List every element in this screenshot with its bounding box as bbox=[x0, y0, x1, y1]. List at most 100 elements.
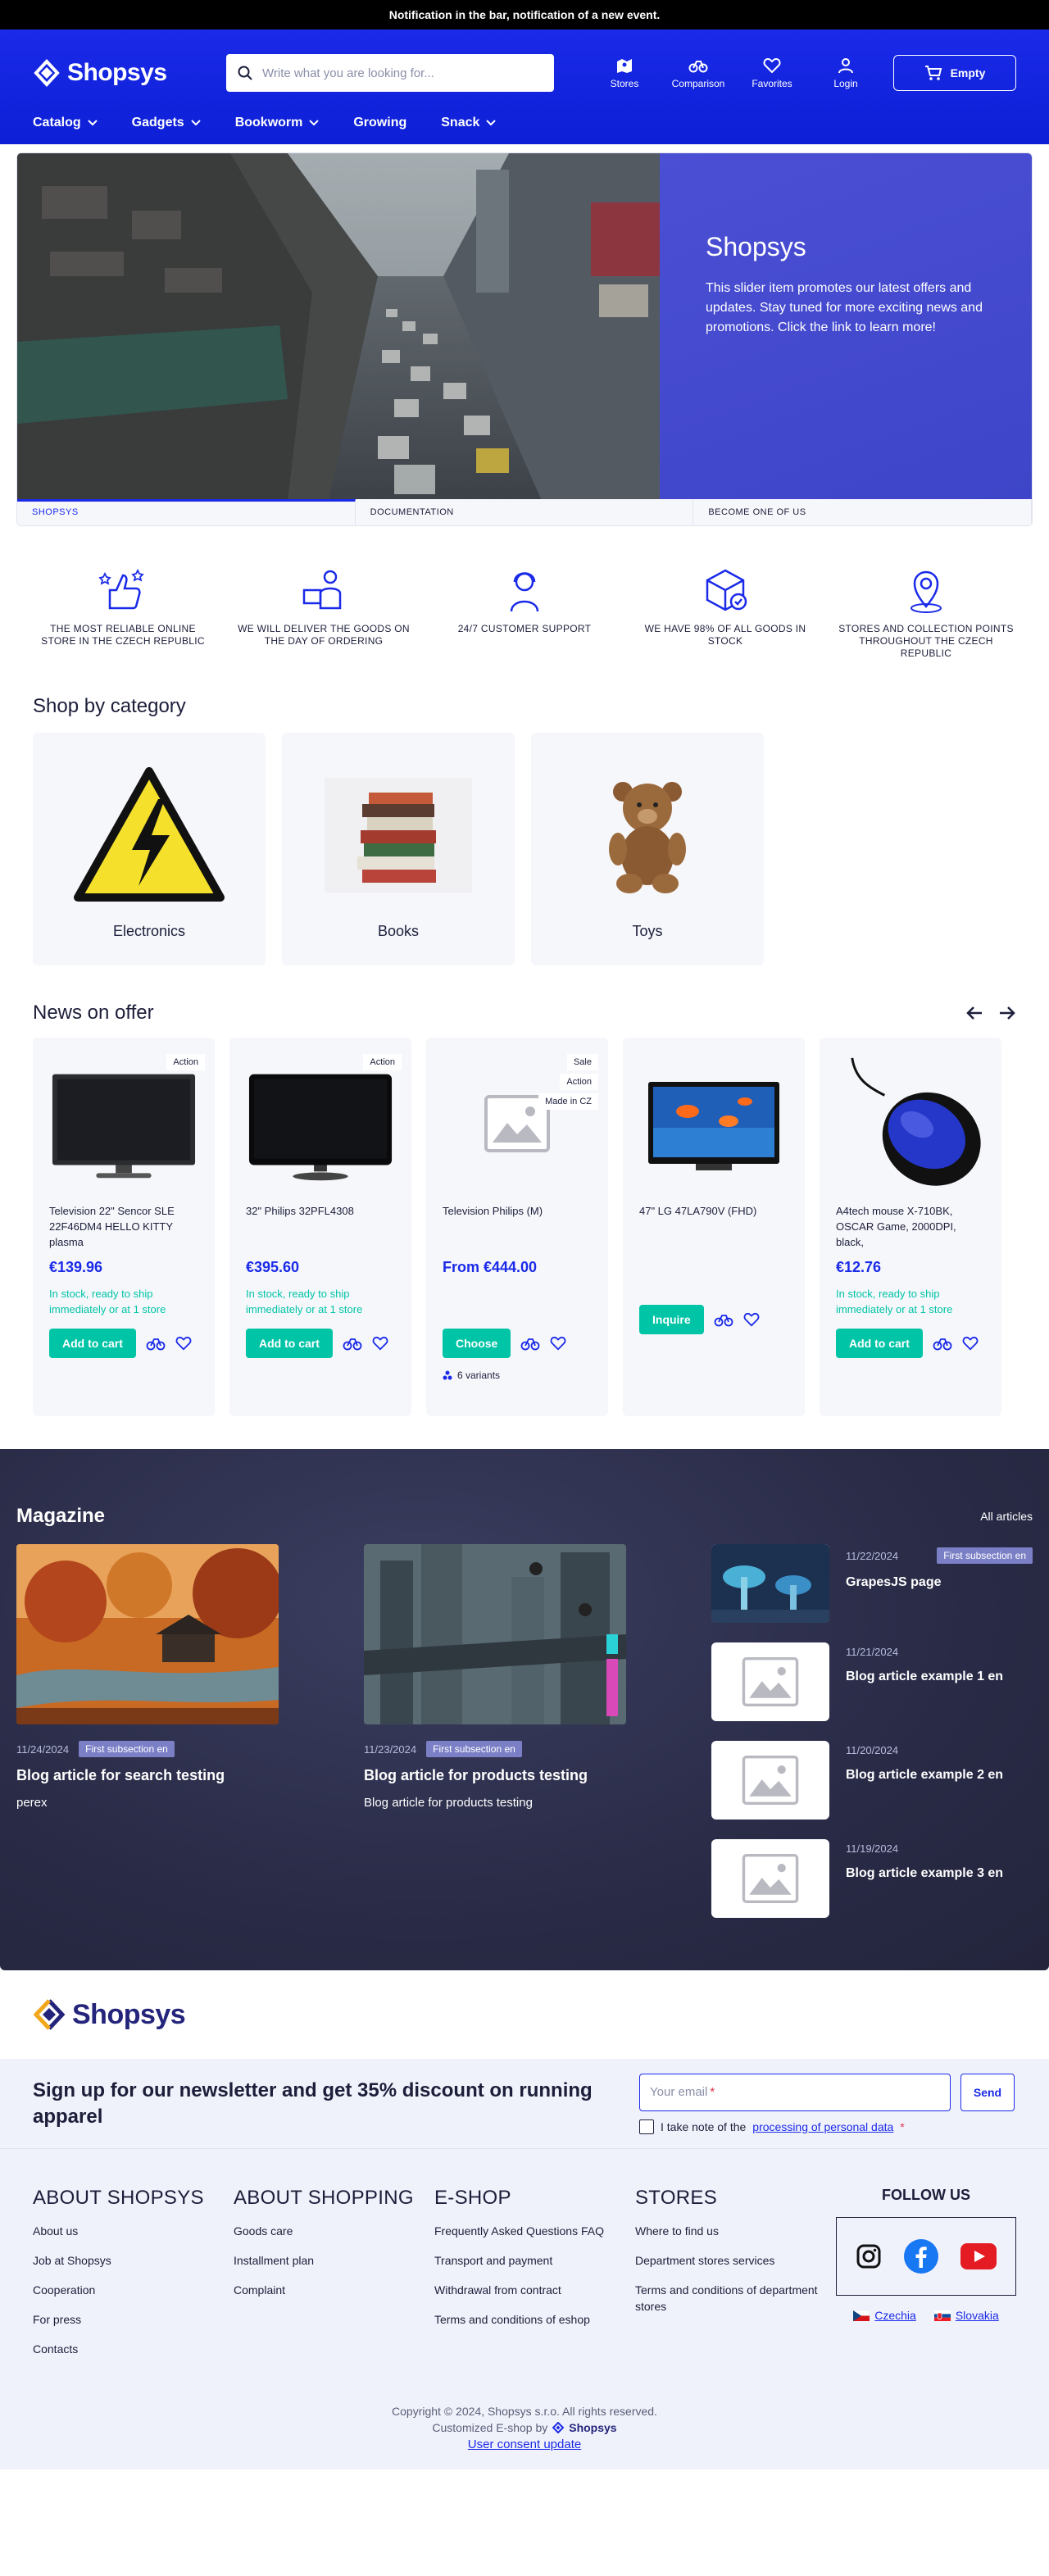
comparison-link[interactable]: Comparison bbox=[669, 57, 728, 89]
footer-link[interactable]: Withdrawal from contract bbox=[434, 2282, 635, 2298]
article-category-badge[interactable]: First subsection en bbox=[79, 1741, 175, 1757]
footer-link[interactable]: Where to find us bbox=[635, 2223, 836, 2239]
article-image-autumn-river[interactable] bbox=[16, 1544, 279, 1724]
stores-link[interactable]: Stores bbox=[595, 57, 654, 89]
footer-link[interactable]: Goods care bbox=[234, 2223, 434, 2239]
nav-item-bookworm[interactable]: Bookworm bbox=[235, 116, 320, 130]
footer-link[interactable]: Cooperation bbox=[33, 2282, 234, 2298]
category-books[interactable]: Books bbox=[282, 733, 515, 965]
article-title[interactable]: Blog article example 1 en bbox=[846, 1670, 1033, 1684]
footer-link[interactable]: Frequently Asked Questions FAQ bbox=[434, 2223, 635, 2239]
product-name[interactable]: Television 22" Sencor SLE 22F46DM4 HELLO… bbox=[49, 1203, 198, 1252]
article-list-item[interactable]: 11/22/2024 First subsection en GrapesJS … bbox=[711, 1544, 1033, 1642]
search-icon[interactable] bbox=[238, 66, 252, 80]
instagram-icon[interactable] bbox=[856, 2243, 882, 2269]
product-image-mouse[interactable] bbox=[836, 1054, 985, 1193]
product-image-tv-sencor[interactable]: Action bbox=[49, 1054, 205, 1193]
article-image-futuristic-city[interactable] bbox=[364, 1544, 626, 1724]
heart-icon[interactable] bbox=[372, 1336, 388, 1351]
product-name[interactable]: A4tech mouse X-710BK, OSCAR Game, 2000DP… bbox=[836, 1203, 985, 1252]
footer-link[interactable]: Terms and conditions of eshop bbox=[434, 2311, 635, 2328]
nav-item-snack[interactable]: Snack bbox=[441, 116, 497, 130]
category-toys[interactable]: Toys bbox=[531, 733, 764, 965]
logo-link[interactable]: Shopsys bbox=[33, 59, 226, 87]
footer-link[interactable]: Contacts bbox=[33, 2341, 234, 2357]
language-slovakia[interactable]: Slovakia bbox=[933, 2309, 999, 2322]
article-list-item[interactable]: 11/20/2024 Blog article example 2 en bbox=[711, 1741, 1033, 1839]
heart-icon[interactable] bbox=[550, 1336, 566, 1351]
hero-tab-shopsys[interactable]: SHOPSYS bbox=[17, 499, 356, 525]
image-placeholder-icon[interactable] bbox=[711, 1741, 829, 1820]
article-category-badge[interactable]: First subsection en bbox=[426, 1741, 522, 1757]
product-card[interactable]: Action 32" Philips 32PFL4308 €395.60 In … bbox=[229, 1038, 411, 1416]
search-input[interactable] bbox=[262, 66, 543, 80]
user-consent-update-link[interactable]: User consent update bbox=[468, 2437, 581, 2451]
arrow-right-icon[interactable] bbox=[998, 1005, 1016, 1021]
article-title[interactable]: Blog article for search testing bbox=[16, 1767, 279, 1784]
image-placeholder-icon[interactable] bbox=[711, 1839, 829, 1918]
favorites-link[interactable]: Favorites bbox=[742, 57, 802, 89]
image-placeholder-icon[interactable] bbox=[711, 1642, 829, 1721]
product-card[interactable]: 47" LG 47LA790V (FHD) Inquire bbox=[623, 1038, 805, 1416]
youtube-icon[interactable] bbox=[960, 2243, 997, 2269]
footer-link[interactable]: About us bbox=[33, 2223, 234, 2239]
hero-tab-become-one-of-us[interactable]: BECOME ONE OF US bbox=[693, 499, 1032, 525]
heart-icon[interactable] bbox=[962, 1336, 979, 1351]
nav-item-gadgets[interactable]: Gadgets bbox=[132, 116, 201, 130]
footer-link[interactable]: Terms and conditions of department store… bbox=[635, 2282, 836, 2315]
brand-name[interactable]: Shopsys bbox=[569, 2419, 616, 2436]
arrow-left-icon[interactable] bbox=[965, 1005, 983, 1021]
footer-logo[interactable]: Shopsys bbox=[0, 1970, 1049, 2059]
article-category-badge[interactable]: First subsection en bbox=[937, 1547, 1033, 1564]
article-list-item[interactable]: 11/21/2024 Blog article example 1 en bbox=[711, 1642, 1033, 1741]
newsletter-email-input[interactable]: Your email * bbox=[639, 2073, 951, 2111]
consent-checkbox[interactable] bbox=[639, 2119, 654, 2134]
inquire-button[interactable]: Inquire bbox=[639, 1305, 704, 1334]
footer-link[interactable]: Installment plan bbox=[234, 2252, 434, 2269]
article-title[interactable]: Blog article for products testing bbox=[364, 1767, 626, 1784]
heart-icon[interactable] bbox=[175, 1336, 192, 1351]
footer-link[interactable]: Job at Shopsys bbox=[33, 2252, 234, 2269]
login-link[interactable]: Login bbox=[816, 57, 875, 89]
product-image-placeholder[interactable]: Sale Action Made in CZ bbox=[443, 1054, 598, 1193]
product-name[interactable]: Television Philips (M) bbox=[443, 1203, 592, 1252]
add-to-cart-button[interactable]: Add to cart bbox=[836, 1329, 923, 1358]
comparison-icon[interactable] bbox=[933, 1336, 952, 1351]
product-card[interactable]: A4tech mouse X-710BK, OSCAR Game, 2000DP… bbox=[820, 1038, 1001, 1416]
all-articles-link[interactable]: All articles bbox=[980, 1510, 1033, 1523]
hero-image-street[interactable] bbox=[17, 153, 660, 501]
product-card[interactable]: Action Television 22" Sencor SLE 22F46DM… bbox=[33, 1038, 215, 1416]
newsletter-send-button[interactable]: Send bbox=[960, 2073, 1015, 2111]
facebook-icon[interactable] bbox=[903, 2238, 939, 2274]
language-czechia[interactable]: Czechia bbox=[853, 2309, 916, 2322]
personal-data-link[interactable]: processing of personal data bbox=[752, 2120, 893, 2133]
article-title[interactable]: Blog article example 3 en bbox=[846, 1866, 1033, 1881]
cart-button[interactable]: Empty bbox=[893, 55, 1016, 91]
heart-icon[interactable] bbox=[743, 1312, 760, 1327]
comparison-icon[interactable] bbox=[146, 1336, 166, 1351]
article-title[interactable]: Blog article example 2 en bbox=[846, 1768, 1033, 1783]
nav-item-growing[interactable]: Growing bbox=[353, 116, 406, 130]
comparison-icon[interactable] bbox=[714, 1312, 733, 1327]
product-card[interactable]: Sale Action Made in CZ Television Philip… bbox=[426, 1038, 608, 1416]
footer-link[interactable]: Transport and payment bbox=[434, 2252, 635, 2269]
category-electronics[interactable]: Electronics bbox=[33, 733, 266, 965]
product-name[interactable]: 32" Philips 32PFL4308 bbox=[246, 1203, 395, 1252]
product-image-tv-philips[interactable]: Action bbox=[246, 1054, 402, 1193]
nav-item-catalog[interactable]: Catalog bbox=[33, 116, 98, 130]
article-card[interactable]: 11/23/2024 First subsection en Blog arti… bbox=[364, 1544, 626, 1810]
comparison-icon[interactable] bbox=[520, 1336, 540, 1351]
article-image-mushrooms[interactable] bbox=[711, 1544, 829, 1623]
add-to-cart-button[interactable]: Add to cart bbox=[246, 1329, 333, 1358]
article-list-item[interactable]: 11/19/2024 Blog article example 3 en bbox=[711, 1839, 1033, 1938]
product-image-tv-lg[interactable] bbox=[639, 1054, 788, 1193]
hero-tab-documentation[interactable]: DOCUMENTATION bbox=[356, 499, 694, 525]
footer-link[interactable]: Complaint bbox=[234, 2282, 434, 2298]
comparison-icon[interactable] bbox=[343, 1336, 362, 1351]
article-card[interactable]: 11/24/2024 First subsection en Blog arti… bbox=[16, 1544, 279, 1810]
article-title[interactable]: GrapesJS page bbox=[846, 1575, 1033, 1590]
footer-link[interactable]: For press bbox=[33, 2311, 234, 2328]
product-name[interactable]: 47" LG 47LA790V (FHD) bbox=[639, 1203, 788, 1252]
footer-link[interactable]: Department stores services bbox=[635, 2252, 836, 2269]
add-to-cart-button[interactable]: Add to cart bbox=[49, 1329, 136, 1358]
